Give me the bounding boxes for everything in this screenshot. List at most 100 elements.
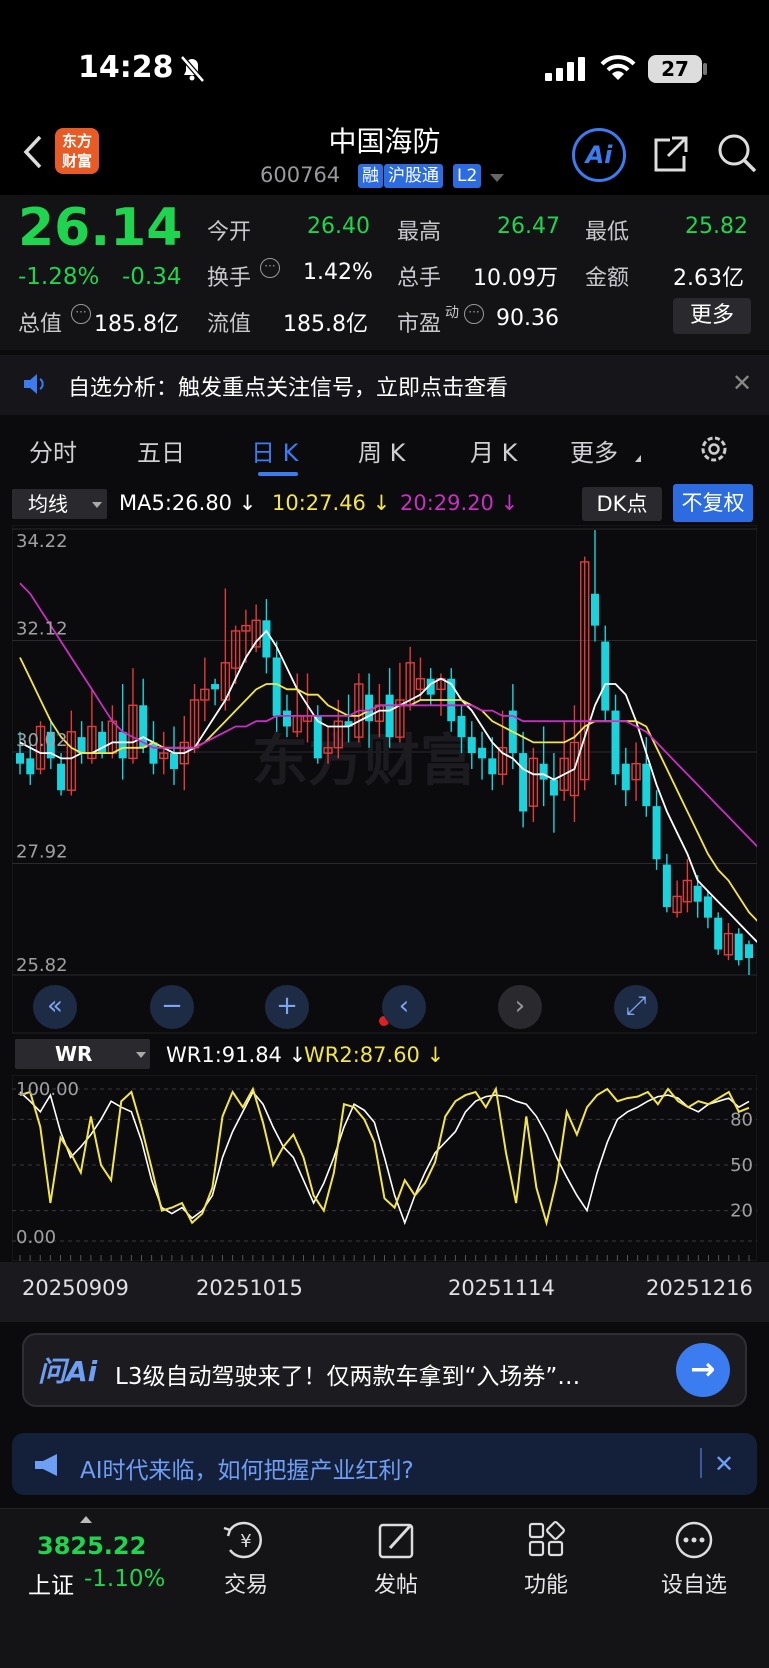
candle-body — [703, 896, 712, 918]
prev-icon[interactable]: ‹ — [382, 985, 426, 1029]
candle-body — [549, 779, 558, 796]
arrow-right-icon[interactable]: → — [676, 1343, 730, 1397]
share-icon[interactable] — [650, 134, 690, 174]
tab-intraday[interactable]: 分时 — [29, 433, 77, 468]
candle-body — [26, 758, 35, 775]
wr2-text: WR2:87.60 — [304, 1043, 420, 1067]
watermark: 东方财富 — [252, 729, 476, 794]
active-tab-indicator — [258, 472, 298, 476]
tab-five-day[interactable]: 五日 — [137, 433, 185, 468]
date-label: 20251114 — [448, 1276, 555, 1300]
tab-monthly-k[interactable]: 月 K — [470, 433, 517, 468]
banner-text[interactable]: AI时代来临，如何把握产业红利? — [80, 1451, 414, 1485]
fast-back-icon[interactable]: « — [33, 985, 77, 1029]
stock-dropdown-icon[interactable] — [490, 174, 504, 182]
wifi-icon — [600, 55, 636, 80]
more-dots-icon[interactable] — [644, 1520, 744, 1560]
status-time: 14:28 — [78, 50, 174, 85]
candlestick-chart[interactable]: 东方财富 34.22 32.12 30.02 27.92 25.82 — [12, 525, 757, 1035]
float-label: 流值 — [207, 312, 252, 337]
wr2-value: WR2:87.60 ↓ — [304, 1043, 445, 1067]
info-icon[interactable]: ··· — [464, 304, 484, 324]
candle-body — [662, 864, 671, 908]
nav-trade[interactable]: 交易 — [196, 1567, 296, 1599]
info-icon[interactable]: ··· — [260, 258, 280, 278]
candle-body — [16, 753, 24, 764]
candle-body — [611, 710, 620, 775]
post-icon[interactable] — [346, 1520, 446, 1560]
change-amount: -0.34 — [122, 264, 182, 290]
expand-icon[interactable]: ⤢ — [614, 985, 658, 1029]
apps-icon[interactable] — [496, 1520, 596, 1560]
volume-value: 10.09万 — [473, 266, 558, 291]
search-icon[interactable] — [716, 132, 758, 174]
signal-icon — [545, 57, 585, 81]
candle-body — [118, 731, 127, 759]
candle-body — [693, 885, 702, 902]
indicator-select[interactable]: WR — [15, 1039, 150, 1069]
wr-tick-label: 80 — [730, 1109, 753, 1130]
indicator-label: WR — [55, 1042, 93, 1066]
ask-ai-logo: 问Ai — [38, 1355, 98, 1388]
high-label: 最高 — [397, 220, 442, 245]
info-icon[interactable]: ··· — [71, 304, 91, 324]
wr1-text: WR1:91.84 — [166, 1043, 282, 1067]
y-tick-label: 27.92 — [16, 842, 68, 863]
wr-line-wr1 — [19, 1090, 750, 1226]
index-name[interactable]: 上证 — [28, 1566, 74, 1600]
wr1-value: WR1:91.84 ↓ — [166, 1043, 307, 1067]
battery-level: 27 — [648, 55, 702, 83]
zoom-out-icon[interactable]: − — [150, 985, 194, 1029]
volume-label: 总手 — [397, 266, 442, 291]
margin-tag: 融 — [358, 164, 383, 188]
candle-body — [539, 763, 548, 780]
adjust-button[interactable]: 不复权 — [673, 484, 753, 522]
candle-body — [262, 620, 271, 658]
close-icon[interactable]: ✕ — [714, 1450, 734, 1478]
nav-add-watch[interactable]: 设自选 — [644, 1567, 744, 1599]
wr-tick-label: 100.00 — [16, 1079, 79, 1100]
ai-button[interactable]: Ai — [572, 128, 626, 182]
ma5-text: MA5:26.80 — [119, 491, 233, 515]
battery-cap — [703, 63, 707, 75]
tab-more[interactable]: 更多 — [570, 433, 618, 468]
speaker-icon — [24, 374, 44, 394]
wr-tick-label: 20 — [730, 1201, 753, 1222]
tab-weekly-k[interactable]: 周 K — [358, 433, 405, 468]
notice-text[interactable]: 自选分析：触发重点关注信号，立即点击查看 — [68, 370, 508, 402]
low-value: 25.82 — [685, 214, 748, 239]
trade-icon[interactable]: ¥ — [196, 1520, 296, 1560]
tab-daily-k[interactable]: 日 K — [251, 433, 298, 468]
expand-up-icon[interactable] — [80, 1516, 92, 1523]
connect-tag: 沪股通 — [384, 164, 443, 188]
next-icon[interactable]: › — [498, 985, 542, 1029]
chevron-down-icon — [92, 502, 102, 508]
stock-code: 600764 — [260, 163, 341, 187]
float-value: 185.8亿 — [283, 312, 368, 337]
dk-point-button[interactable]: DK点 — [582, 487, 662, 521]
more-button[interactable]: 更多 — [673, 298, 751, 334]
amount-value: 2.63亿 — [673, 266, 744, 291]
candle-body — [601, 641, 610, 711]
ask-ai-text[interactable]: L3级自动驾驶来了！仅两款车拿到“入场券”… — [115, 1357, 655, 1391]
nav-function[interactable]: 功能 — [496, 1567, 596, 1599]
amount-label: 金额 — [585, 266, 630, 291]
candle-body — [734, 933, 743, 961]
candle-body — [478, 747, 487, 759]
megaphone-icon — [35, 1454, 57, 1476]
candle-body — [467, 737, 476, 754]
ma10-text: 10:27.46 — [272, 491, 366, 515]
nav-post[interactable]: 发帖 — [346, 1567, 446, 1599]
index-value[interactable]: 3825.22 — [37, 1532, 146, 1560]
wr-tick-label: 0.00 — [16, 1227, 56, 1248]
zoom-in-icon[interactable]: + — [265, 985, 309, 1029]
wr-chart[interactable]: 100.00 80 50 20 0.00 — [12, 1075, 757, 1261]
y-tick-label: 25.82 — [16, 955, 68, 976]
gear-icon[interactable] — [697, 432, 731, 466]
pe-superscript: 动 — [445, 305, 459, 321]
candle-body — [652, 806, 661, 860]
candle-body — [272, 657, 281, 716]
candle-body — [282, 710, 291, 727]
index-change[interactable]: -1.10% — [84, 1566, 165, 1592]
close-icon[interactable]: ✕ — [732, 369, 752, 397]
